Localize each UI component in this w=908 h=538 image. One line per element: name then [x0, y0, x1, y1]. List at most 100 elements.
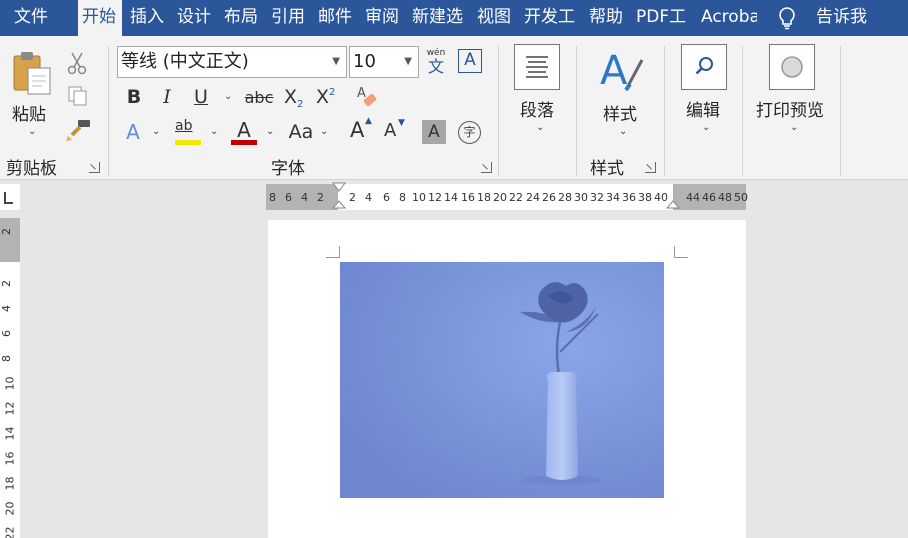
highlight-swatch: [175, 140, 201, 145]
font-color-button[interactable]: A: [231, 118, 257, 146]
bold-button[interactable]: B: [122, 84, 146, 110]
ruler-tick-label: 14: [3, 426, 17, 441]
ruler-tick-label: 38: [638, 191, 652, 204]
grow-font-button[interactable]: A ▲: [350, 116, 374, 146]
tab-selector-button[interactable]: [0, 184, 20, 210]
right-indent-marker[interactable]: [666, 200, 680, 212]
ruler-tick-label: 10: [3, 376, 17, 391]
styles-icon[interactable]: A: [598, 46, 646, 94]
tab-mailings[interactable]: 邮件: [314, 0, 358, 36]
horizontal-ruler[interactable]: 8 6 4 2 2 4 6 8 10 12 14 16 18 20 22 24 26 28 30 32 34 36 38 40…: [266, 182, 748, 212]
font-size-combo[interactable]: 10 ▼: [349, 46, 419, 78]
ruler-tick-label: 24: [526, 191, 540, 204]
ruler-tick-label: 2: [317, 191, 324, 204]
ruler-tick-label: 46: [702, 191, 716, 204]
first-line-indent-marker[interactable]: [332, 182, 346, 194]
paste-label[interactable]: 粘贴: [12, 100, 46, 125]
ruler-tick-label: 10: [412, 191, 426, 204]
shrink-font-button[interactable]: A ▼: [384, 118, 408, 148]
ruler-tick-label: 32: [590, 191, 604, 204]
ruler-tick-label: 30: [574, 191, 588, 204]
tab-references[interactable]: 引用: [267, 0, 311, 36]
change-case-button[interactable]: Aa: [286, 118, 316, 146]
ruler-tick-label: 44: [686, 191, 700, 204]
change-case-dropdown-icon[interactable]: ⌄: [320, 126, 328, 137]
highlight-text: ab: [175, 118, 193, 134]
cut-icon[interactable]: [64, 50, 90, 76]
text-effects-dropdown-icon[interactable]: ⌄: [152, 126, 160, 137]
underline-button[interactable]: U: [190, 84, 212, 110]
tab-new-tab[interactable]: 新建选: [408, 0, 470, 36]
paragraph-dropdown-icon[interactable]: ⌄: [536, 122, 544, 133]
vertical-ruler[interactable]: 2 2 4 6 8 10 12 14 16 18 20 22: [0, 218, 20, 538]
font-name-combo[interactable]: 等线 (中文正文) ▼: [117, 46, 347, 78]
clipboard-group-label: 剪贴板: [6, 159, 57, 179]
styles-launcher-icon[interactable]: [645, 162, 656, 173]
print-preview-button[interactable]: [769, 44, 815, 90]
character-border-button[interactable]: A: [458, 49, 482, 73]
ruler-tick-label: 4: [0, 305, 13, 312]
font-name-value: 等线 (中文正文): [121, 51, 249, 72]
strikethrough-button[interactable]: abc: [244, 84, 274, 110]
tab-insert[interactable]: 插入: [126, 0, 170, 36]
italic-button[interactable]: I: [156, 84, 178, 110]
styles-label[interactable]: 样式: [603, 100, 637, 125]
clear-formatting-icon[interactable]: A: [354, 84, 380, 112]
paste-dropdown-icon[interactable]: ⌄: [28, 126, 36, 137]
editing-label[interactable]: 编辑: [686, 96, 720, 121]
subscript-button[interactable]: X2: [284, 86, 308, 112]
print-preview-dropdown-icon[interactable]: ⌄: [790, 122, 798, 133]
tell-me-search[interactable]: 告诉我: [816, 0, 867, 34]
phonetic-guide-bottom: 文: [427, 57, 444, 76]
character-shading-button[interactable]: A: [422, 120, 446, 144]
ruler-tick-label: 34: [606, 191, 620, 204]
phonetic-guide-button[interactable]: wén 文: [424, 48, 448, 76]
format-painter-icon[interactable]: [64, 118, 92, 142]
ruler-top-margin: [0, 218, 20, 262]
svg-text:A: A: [600, 48, 628, 94]
tab-layout[interactable]: 布局: [220, 0, 264, 36]
flower-vase-image[interactable]: [340, 262, 664, 498]
tab-help[interactable]: 帮助: [585, 0, 629, 36]
styles-dropdown-icon[interactable]: ⌄: [619, 126, 627, 137]
ruler-tick-label: 4: [301, 191, 308, 204]
separator: [742, 46, 743, 176]
tab-file[interactable]: 文件: [10, 0, 58, 36]
superscript-button[interactable]: X2: [316, 86, 340, 112]
tab-design[interactable]: 设计: [173, 0, 217, 36]
text-effects-button[interactable]: A: [122, 118, 144, 146]
ruler-tick-label: 12: [3, 401, 17, 416]
tab-view[interactable]: 视图: [473, 0, 517, 36]
paste-icon[interactable]: [10, 48, 54, 98]
ruler-tick-label: 48: [718, 191, 732, 204]
highlight-dropdown-icon[interactable]: ⌄: [210, 126, 218, 137]
lightbulb-icon[interactable]: [774, 5, 800, 31]
tab-review[interactable]: 审阅: [361, 0, 405, 36]
print-preview-icon: [781, 56, 803, 78]
styles-group-label: 样式: [590, 159, 624, 179]
paragraph-button[interactable]: [514, 44, 560, 90]
editing-dropdown-icon[interactable]: ⌄: [702, 122, 710, 133]
print-preview-label[interactable]: 打印预览: [756, 96, 824, 121]
editing-button[interactable]: [681, 44, 727, 90]
tab-pdf-tools[interactable]: PDF工: [632, 0, 696, 36]
left-tab-stop-icon: [4, 192, 13, 204]
tab-home[interactable]: 开始: [78, 0, 122, 36]
ruler-tick-label: 6: [285, 191, 292, 204]
underline-dropdown-icon[interactable]: ⌄: [224, 91, 232, 102]
tab-acrobat[interactable]: Acroba: [697, 0, 757, 36]
shrink-font-text: A: [384, 120, 397, 141]
ruler-tick-label: 12: [428, 191, 442, 204]
font-group-label: 字体: [271, 159, 305, 179]
enclose-characters-button[interactable]: 字: [458, 121, 481, 144]
font-launcher-icon[interactable]: [481, 162, 492, 173]
hanging-indent-marker[interactable]: [332, 200, 346, 212]
paragraph-label[interactable]: 段落: [520, 96, 554, 121]
tab-developer[interactable]: 开发工: [520, 0, 582, 36]
highlight-button[interactable]: ab: [175, 118, 201, 146]
copy-icon[interactable]: [66, 84, 90, 108]
crop-mark: [326, 246, 340, 258]
clipboard-launcher-icon[interactable]: [89, 162, 100, 173]
font-color-dropdown-icon[interactable]: ⌄: [266, 126, 274, 137]
magnifier-icon: [695, 57, 713, 75]
